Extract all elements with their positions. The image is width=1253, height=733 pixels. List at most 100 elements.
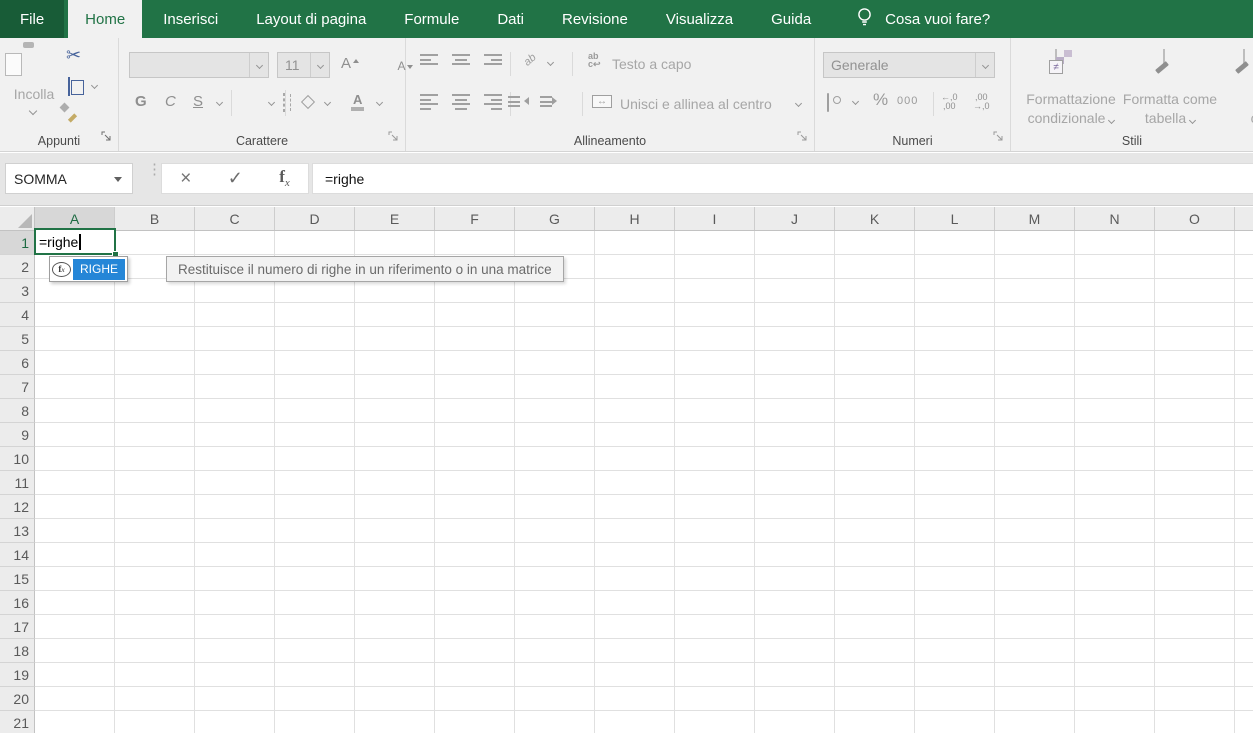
row-header-16[interactable]: 16	[0, 591, 35, 615]
cell-N3[interactable]	[1075, 279, 1155, 303]
row-header-10[interactable]: 10	[0, 447, 35, 471]
active-cell-a1[interactable]: =righe	[34, 228, 116, 255]
cell-H9[interactable]	[595, 423, 675, 447]
cell-M12[interactable]	[995, 495, 1075, 519]
cell-J8[interactable]	[755, 399, 835, 423]
cell-H14[interactable]	[595, 543, 675, 567]
cell-H18[interactable]	[595, 639, 675, 663]
cell-M15[interactable]	[995, 567, 1075, 591]
column-header-E[interactable]: E	[355, 207, 435, 230]
confirm-entry-icon[interactable]: ✓	[228, 168, 243, 189]
cell-A20[interactable]	[35, 687, 115, 711]
cell-I11[interactable]	[675, 471, 755, 495]
cell-I12[interactable]	[675, 495, 755, 519]
appunti-dialog-launcher-icon[interactable]	[101, 128, 111, 146]
cell-F17[interactable]	[435, 615, 515, 639]
cell-N12[interactable]	[1075, 495, 1155, 519]
cell-A13[interactable]	[35, 519, 115, 543]
cell-J17[interactable]	[755, 615, 835, 639]
cell-H21[interactable]	[595, 711, 675, 733]
cell-N20[interactable]	[1075, 687, 1155, 711]
column-header-J[interactable]: J	[755, 207, 835, 230]
cell-I3[interactable]	[675, 279, 755, 303]
cell-C17[interactable]	[195, 615, 275, 639]
orientation-icon[interactable]: ab	[522, 51, 539, 68]
cell-E1[interactable]	[355, 231, 435, 255]
column-header-F[interactable]: F	[435, 207, 515, 230]
cell-B10[interactable]	[115, 447, 195, 471]
fill-color-icon[interactable]	[301, 95, 315, 109]
tab-formule[interactable]: Formule	[387, 0, 476, 38]
row-header-14[interactable]: 14	[0, 543, 35, 567]
cell-L20[interactable]	[915, 687, 995, 711]
cell-F11[interactable]	[435, 471, 515, 495]
column-header-B[interactable]: B	[115, 207, 195, 230]
cell-C21[interactable]	[195, 711, 275, 733]
cell-styles-button[interactable]: Stili cella	[1215, 90, 1253, 128]
cell-J12[interactable]	[755, 495, 835, 519]
cell-F5[interactable]	[435, 327, 515, 351]
cell-L8[interactable]	[915, 399, 995, 423]
column-header-O[interactable]: O	[1155, 207, 1235, 230]
currency-chevron-icon[interactable]	[852, 98, 859, 105]
cell-L15[interactable]	[915, 567, 995, 591]
cell-M17[interactable]	[995, 615, 1075, 639]
cell-G11[interactable]	[515, 471, 595, 495]
cell-O19[interactable]	[1155, 663, 1235, 687]
cell-N6[interactable]	[1075, 351, 1155, 375]
wrap-text-label[interactable]: Testo a capo	[612, 56, 691, 72]
cell-H12[interactable]	[595, 495, 675, 519]
cell-E6[interactable]	[355, 351, 435, 375]
cell-H4[interactable]	[595, 303, 675, 327]
merge-center-chevron-icon[interactable]	[795, 100, 802, 107]
cell-A21[interactable]	[35, 711, 115, 733]
cell-K21[interactable]	[835, 711, 915, 733]
cell-I5[interactable]	[675, 327, 755, 351]
cell-H2[interactable]	[595, 255, 675, 279]
cell-K3[interactable]	[835, 279, 915, 303]
cell-J13[interactable]	[755, 519, 835, 543]
tab-home[interactable]: Home	[68, 0, 142, 38]
cell-K4[interactable]	[835, 303, 915, 327]
cell-J10[interactable]	[755, 447, 835, 471]
cell-C6[interactable]	[195, 351, 275, 375]
cell-A9[interactable]	[35, 423, 115, 447]
cell-G9[interactable]	[515, 423, 595, 447]
formula-input[interactable]: =righe	[312, 163, 1253, 194]
cell-K2[interactable]	[835, 255, 915, 279]
cell-E14[interactable]	[355, 543, 435, 567]
cell-D1[interactable]	[275, 231, 355, 255]
cell-O15[interactable]	[1155, 567, 1235, 591]
cell-C16[interactable]	[195, 591, 275, 615]
copy-chevron-icon[interactable]	[91, 82, 98, 89]
cell-I6[interactable]	[675, 351, 755, 375]
cell-D19[interactable]	[275, 663, 355, 687]
cell-L16[interactable]	[915, 591, 995, 615]
cell-B5[interactable]	[115, 327, 195, 351]
cell-E11[interactable]	[355, 471, 435, 495]
cell-D5[interactable]	[275, 327, 355, 351]
cell-A18[interactable]	[35, 639, 115, 663]
cell-M8[interactable]	[995, 399, 1075, 423]
underline-chevron-icon[interactable]	[216, 99, 223, 106]
cell-styles-icon[interactable]	[1243, 49, 1245, 68]
cell-M6[interactable]	[995, 351, 1075, 375]
cell-K8[interactable]	[835, 399, 915, 423]
orientation-chevron-icon[interactable]	[547, 59, 554, 66]
cell-B20[interactable]	[115, 687, 195, 711]
row-header-8[interactable]: 8	[0, 399, 35, 423]
cell-B12[interactable]	[115, 495, 195, 519]
cell-M11[interactable]	[995, 471, 1075, 495]
cell-J9[interactable]	[755, 423, 835, 447]
font-color-chevron-icon[interactable]	[376, 99, 383, 106]
cell-J20[interactable]	[755, 687, 835, 711]
row-header-3[interactable]: 3	[0, 279, 35, 303]
cell-D10[interactable]	[275, 447, 355, 471]
cell-N5[interactable]	[1075, 327, 1155, 351]
cut-icon[interactable]: ✂	[66, 46, 81, 64]
cell-O8[interactable]	[1155, 399, 1235, 423]
cell-B16[interactable]	[115, 591, 195, 615]
cell-O4[interactable]	[1155, 303, 1235, 327]
cell-K10[interactable]	[835, 447, 915, 471]
cell-E19[interactable]	[355, 663, 435, 687]
